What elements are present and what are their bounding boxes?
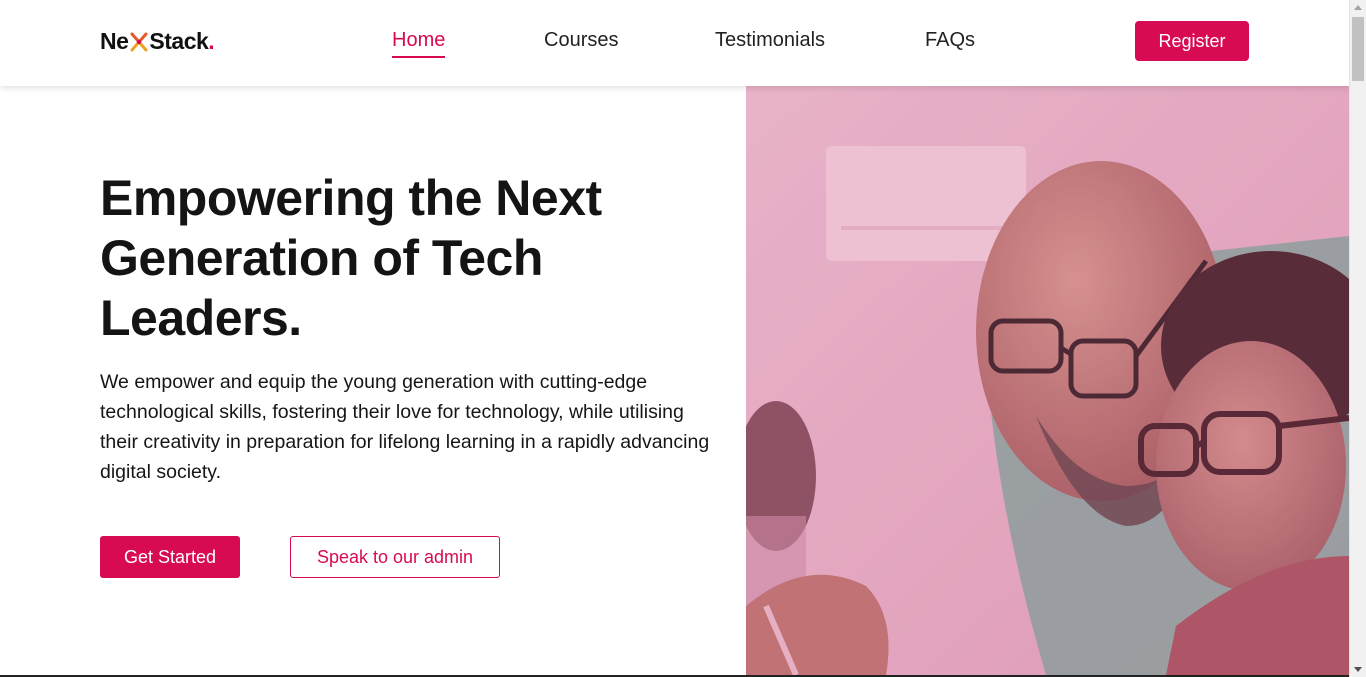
hero-image xyxy=(746,86,1349,675)
scroll-up-icon[interactable] xyxy=(1354,5,1362,10)
brand-logo[interactable]: Ne Stack . xyxy=(100,28,215,55)
page-scrollbar[interactable] xyxy=(1349,0,1366,677)
logo-x-icon xyxy=(130,32,148,51)
nav-courses[interactable]: Courses xyxy=(544,29,618,52)
logo-text-suffix: Stack xyxy=(149,28,209,54)
nav-home[interactable]: Home xyxy=(392,29,446,58)
speak-to-admin-button[interactable]: Speak to our admin xyxy=(290,536,500,578)
register-button[interactable]: Register xyxy=(1135,21,1249,61)
scrollbar-thumb[interactable] xyxy=(1352,17,1364,81)
nav-faqs[interactable]: FAQs xyxy=(925,29,975,52)
logo-dot: . xyxy=(208,28,215,54)
site-header: Ne Stack . Home Courses Testimonials FAQ… xyxy=(0,0,1349,86)
hero-title: Empowering the Next Generation of Tech L… xyxy=(100,170,602,346)
scroll-down-icon[interactable] xyxy=(1354,667,1362,672)
nav-testimonials[interactable]: Testimonials xyxy=(715,29,825,52)
hero-subtitle: We empower and equip the young generatio… xyxy=(100,371,710,483)
logo-text-prefix: Ne xyxy=(100,28,129,54)
get-started-button[interactable]: Get Started xyxy=(100,536,240,578)
